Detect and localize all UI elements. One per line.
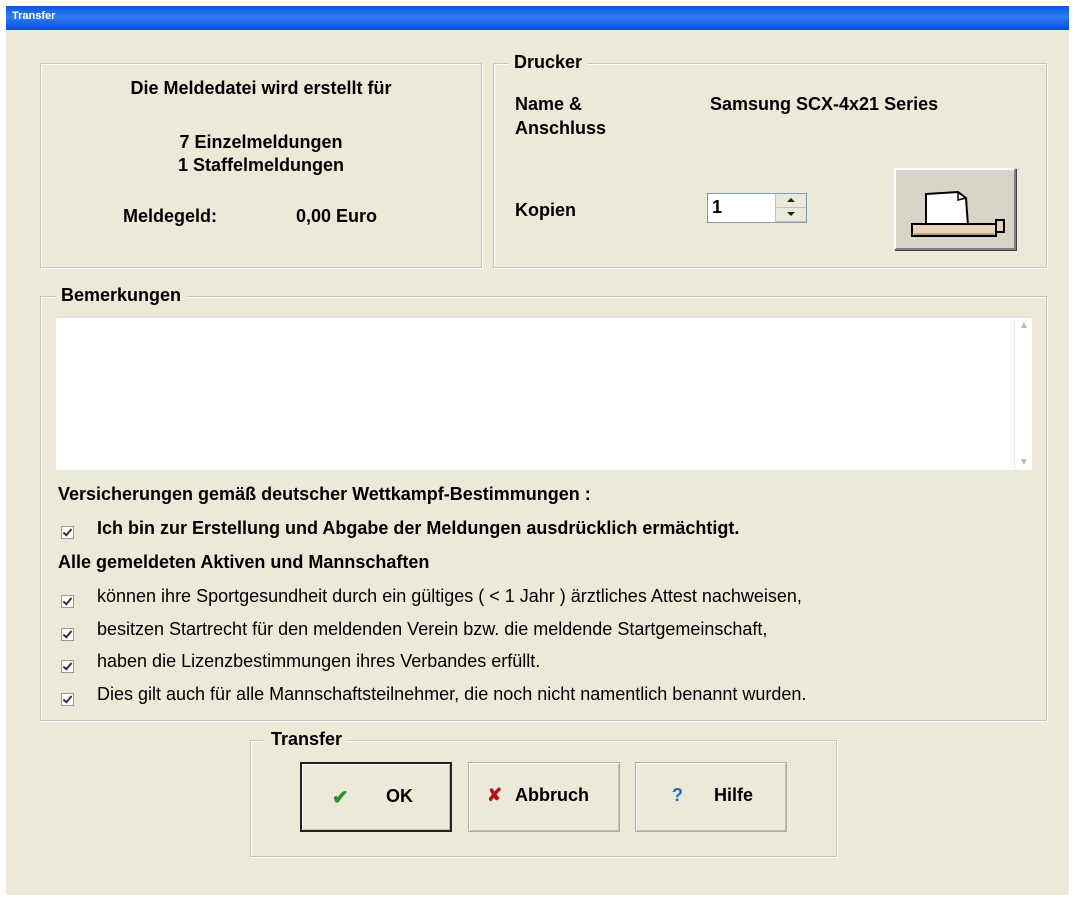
printer-name-label-1: Name & — [515, 94, 583, 114]
health-label: können ihre Sportgesundheit durch ein gü… — [97, 586, 802, 606]
printer-name-label-2: Anschluss — [515, 118, 607, 138]
copies-value[interactable]: 1 — [712, 197, 722, 218]
summary-heading: Die Meldedatei wird erstellt für — [130, 78, 392, 98]
cancel-button[interactable]: ✘ Abbruch — [468, 762, 620, 832]
copies-spinner-arrows[interactable] — [775, 194, 806, 222]
copies-spinner[interactable]: 1 — [707, 193, 807, 223]
printer-icon — [911, 190, 1005, 237]
all-heading: Alle gemeldeten Aktiven und Mannschaften — [58, 552, 430, 572]
window-title: Transfer — [12, 10, 56, 22]
printer-legend: Drucker — [508, 52, 589, 73]
authorized-label: Ich bin zur Erstellung und Abgabe der Me… — [97, 518, 740, 538]
checkmark-icon: ✔ — [332, 787, 349, 809]
individual-count: 7 Einzelmeldungen — [179, 132, 343, 152]
remarks-scrollbar[interactable]: ▲ ▼ — [1014, 318, 1032, 470]
remarks-textarea[interactable]: ▲ ▼ — [55, 317, 1033, 471]
team-members-checkbox[interactable] — [61, 693, 74, 706]
transfer-dialog: Transfer Die Meldedatei wird erstellt fü… — [6, 6, 1069, 895]
license-checkbox[interactable] — [61, 660, 74, 673]
scroll-down-icon[interactable]: ▼ — [1019, 457, 1029, 468]
start-right-checkbox[interactable] — [61, 628, 74, 641]
scroll-up-icon[interactable]: ▲ — [1019, 320, 1029, 331]
team-members-label: Dies gilt auch für alle Mannschaftsteiln… — [97, 684, 807, 704]
spin-up-icon[interactable] — [776, 194, 806, 208]
remarks-legend: Bemerkungen — [55, 285, 188, 306]
assurances-heading: Versicherungen gemäß deutscher Wettkampf… — [58, 484, 591, 504]
authorized-checkbox[interactable] — [61, 526, 74, 539]
fee-label: Meldegeld: — [123, 206, 218, 226]
title-bar[interactable]: Transfer — [6, 6, 1069, 30]
relay-count: 1 Staffelmeldungen — [177, 155, 345, 175]
help-label: Hilfe — [714, 785, 754, 805]
printer-name-value: Samsung SCX-4x21 Series — [710, 94, 939, 114]
cancel-label: Abbruch — [515, 785, 589, 805]
ok-button[interactable]: ✔ OK — [300, 762, 452, 832]
print-button[interactable] — [894, 168, 1016, 250]
transfer-legend: Transfer — [265, 729, 349, 750]
health-checkbox[interactable] — [61, 595, 74, 608]
summary-group: Die Meldedatei wird erstellt für 7 Einze… — [40, 63, 482, 268]
license-label: haben die Lizenzbestimmungen ihres Verba… — [97, 651, 541, 671]
start-right-label: besitzen Startrecht für den meldenden Ve… — [97, 619, 768, 639]
spin-down-icon[interactable] — [776, 208, 806, 222]
help-question-icon: ? — [672, 785, 683, 805]
help-button[interactable]: ? Hilfe — [635, 762, 787, 832]
cancel-x-icon: ✘ — [487, 785, 503, 805]
copies-label: Kopien — [515, 200, 576, 220]
fee-value: 0,00 Euro — [296, 206, 378, 226]
ok-label: OK — [386, 786, 413, 806]
